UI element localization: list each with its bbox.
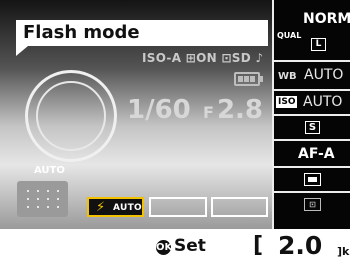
help-title-bar: Flash mode (16, 20, 268, 46)
title-pointer (16, 46, 28, 56)
battery-icon (234, 72, 263, 86)
aperture-number: 2.8 (216, 95, 263, 125)
ok-button-icon[interactable]: OK (156, 240, 172, 255)
flash-mode-slot-3[interactable] (211, 197, 268, 217)
aperture-dial-inner (36, 81, 106, 151)
aperture-dial-icon (25, 70, 117, 162)
image-size-icon: L (311, 38, 326, 51)
shots-unit: ]k (337, 245, 350, 258)
shots-bracket: [ (253, 233, 264, 258)
image-quality-cell[interactable]: NORM QUAL L (274, 0, 350, 62)
iso-value: AUTO (303, 94, 343, 110)
iso-label: ISO (276, 96, 298, 108)
page-title: Flash mode (23, 22, 140, 43)
af-area-cell[interactable] (274, 168, 350, 193)
aperture-prefix: F (203, 103, 214, 122)
status-row: ISO-A ⊞ON ⊡SD ♪ (142, 51, 264, 65)
af-mode-value: AF-A (298, 146, 335, 162)
flash-mode-auto-label: AUTO (113, 203, 142, 213)
release-mode-cell[interactable]: S (274, 116, 350, 141)
aperture-value: F 2.8 (203, 95, 263, 125)
qual-label: QUAL (277, 31, 302, 40)
af-area-icon (304, 173, 321, 186)
af-area-icon-fill (308, 177, 317, 182)
flash-mode-slot-2[interactable] (149, 197, 207, 217)
release-mode-icon: S (305, 121, 320, 134)
shutter-speed: 1/60 (127, 95, 191, 125)
shooting-info-display: Flash mode ISO-A ⊞ON ⊡SD ♪ 1/60 F 2.8 AUT… (0, 0, 272, 229)
settings-panel: NORM QUAL L WB AUTO ISO AUTO S AF-A ⊡ (272, 0, 350, 229)
iso-cell[interactable]: ISO AUTO (274, 91, 350, 116)
wb-label: WB (278, 71, 297, 82)
set-label: Set (174, 236, 206, 256)
quality-value: NORM (303, 11, 350, 27)
metering-cell[interactable]: ⊡ (274, 193, 350, 229)
auto-mode-grid-icon (17, 181, 68, 217)
auto-label: AUTO (34, 165, 65, 176)
metering-icon: ⊡ (304, 198, 321, 211)
white-balance-cell[interactable]: WB AUTO (274, 62, 350, 91)
flash-bolt-icon: ⚡ (96, 200, 106, 215)
flash-mode-auto-button[interactable]: ⚡ AUTO (87, 197, 144, 217)
af-mode-cell[interactable]: AF-A (274, 141, 350, 168)
wb-value: AUTO (304, 67, 344, 83)
camera-info-screen: Flash mode ISO-A ⊞ON ⊡SD ♪ 1/60 F 2.8 AUT… (0, 0, 350, 263)
shots-remaining: 2.0 (278, 231, 323, 260)
bottom-bar: OK Set [ 2.0 ]k (0, 229, 350, 263)
